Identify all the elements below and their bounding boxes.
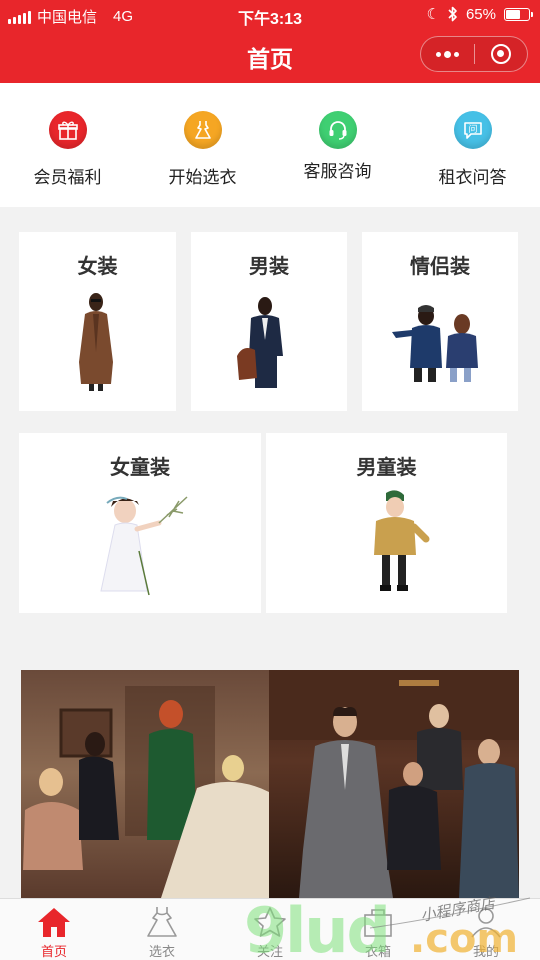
quick-menu-label: 租衣问答 [438,168,507,187]
tab-label: 首页 [40,944,67,959]
bluetooth-icon [448,6,457,22]
headset-icon [318,111,357,149]
box-icon [358,905,398,939]
quick-menu-rental-faq[interactable]: 问 租衣问答 [405,83,540,207]
dress-icon [183,111,222,149]
category-card-boys[interactable]: 男童装 [266,433,507,613]
banner-photo-women [21,670,269,898]
svg-text:问: 问 [468,123,477,135]
category-title: 男童装 [356,457,417,479]
tab-follow[interactable]: 关注 [216,899,324,960]
banner-photo-men [269,670,519,898]
boy-in-jacket-image [374,490,430,591]
carrier-name: 中国电信 [37,9,98,26]
signal-strength-icon [8,10,31,24]
network-type: 4G [113,8,134,25]
promo-banner[interactable] [21,670,519,898]
quick-menu-label: 会员福利 [33,168,102,187]
category-title: 男装 [249,256,289,278]
category-title: 女装 [77,256,118,278]
more-options-button[interactable] [421,37,474,71]
tab-mine[interactable]: 我的 [432,899,540,960]
user-icon [466,905,506,939]
nav-bar: 首页 [0,30,540,83]
women-group-photo [23,686,269,898]
quick-menu-label: 客服咨询 [303,162,372,181]
battery-percent: 65% [465,5,496,23]
tab-label: 衣箱 [364,944,391,959]
quick-menu-customer-service[interactable]: 客服咨询 [270,83,405,207]
quick-menu: 会员福利 开始选衣 客服咨询 问 租衣问答 [0,83,540,207]
couple-image [392,305,478,382]
gift-icon [48,111,87,149]
dress-outline-icon [142,905,182,939]
quick-menu-label: 开始选衣 [168,168,237,187]
category-title: 女童装 [110,457,170,479]
tab-label: 关注 [256,944,283,959]
quick-menu-start-selecting[interactable]: 开始选衣 [135,83,270,207]
tab-wardrobe-box[interactable]: 衣箱 [324,899,432,960]
category-grid: 女装 男装 情侣装 女童装 男童装 [0,207,540,627]
target-icon [490,44,511,64]
tab-home[interactable]: 首页 [0,899,108,960]
question-bubble-icon: 问 [453,111,492,149]
men-group-photo [269,670,519,898]
girl-in-white-dress-image [100,496,188,596]
status-bar: 中国电信 4G 下午3:13 ☾ 65% [0,0,540,30]
man-in-suit-image [237,297,283,388]
tab-select-clothes[interactable]: 选衣 [108,899,216,960]
quick-menu-member-benefits[interactable]: 会员福利 [0,83,135,207]
tab-label: 我的 [472,944,499,959]
star-icon [250,905,290,939]
category-card-couples[interactable]: 情侣装 [362,232,518,411]
category-card-womens[interactable]: 女装 [19,232,176,411]
category-title: 情侣装 [410,256,470,278]
category-card-mens[interactable]: 男装 [191,232,347,411]
woman-in-coat-image [79,293,113,391]
home-icon [34,905,74,939]
close-mini-program-button[interactable] [475,37,528,71]
mini-program-capsule [420,36,528,72]
category-card-girls[interactable]: 女童装 [19,433,261,613]
tab-bar: 首页 选衣 关注 衣箱 我的 [0,898,540,960]
do-not-disturb-icon: ☾ [426,6,440,23]
tab-label: 选衣 [148,944,175,959]
battery-icon [504,7,533,21]
